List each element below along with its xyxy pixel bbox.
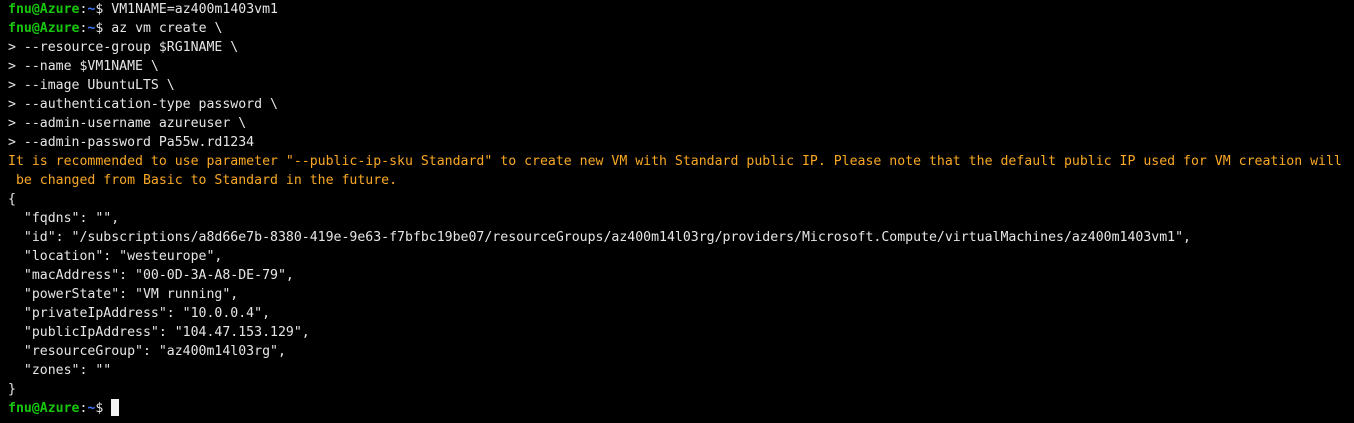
terminal-window[interactable]: fnu@Azure:~$ VM1NAME=az400m1403vm1 fnu@A… [8,0,1354,423]
warning-line: It is recommended to use parameter "--pu… [8,154,1342,169]
output-line: "publicIpAddress": "104.47.153.129", [8,325,310,340]
prompt-user: fnu@Azure [8,401,80,416]
text-cursor [111,399,120,416]
output-line: "id": "/subscriptions/a8d66e7b-8380-419e… [8,230,1191,245]
output-line: { [8,192,16,207]
output-line: "zones": "" [8,363,112,378]
continuation-line: > --name $VM1NAME \ [8,59,159,74]
continuation-line: > --image UbuntuLTS \ [8,78,175,93]
prompt-user: fnu@Azure [8,2,80,17]
output-line: } [8,382,16,397]
command-input[interactable] [103,401,111,416]
continuation-line: > --admin-username azureuser \ [8,116,247,131]
continuation-line: > --resource-group $RG1NAME \ [8,40,239,55]
terminal-line-prompt: fnu@Azure:~$ VM1NAME=az400m1403vm1 [8,0,1354,19]
output-line: "powerState": "VM running", [8,287,239,302]
output-line: "resourceGroup": "az400m14l03rg", [8,344,286,359]
command-text: VM1NAME=az400m1403vm1 [103,2,278,17]
continuation-line: > --admin-password Pa55w.rd1234 [8,135,255,150]
terminal-line-prompt-active[interactable]: fnu@Azure:~$ [8,399,1354,418]
warning-line: be changed from Basic to Standard in the… [8,173,398,188]
prompt-user: fnu@Azure [8,21,80,36]
output-line: "location": "westeurope", [8,249,223,264]
output-line: "fqdns": "", [8,211,120,226]
terminal-line-prompt: fnu@Azure:~$ az vm create \ [8,19,1354,38]
output-line: "macAddress": "00-0D-3A-A8-DE-79", [8,268,294,283]
command-text: az vm create \ [103,21,223,36]
output-line: "privateIpAddress": "10.0.0.4", [8,306,271,321]
continuation-line: > --authentication-type password \ [8,97,278,112]
